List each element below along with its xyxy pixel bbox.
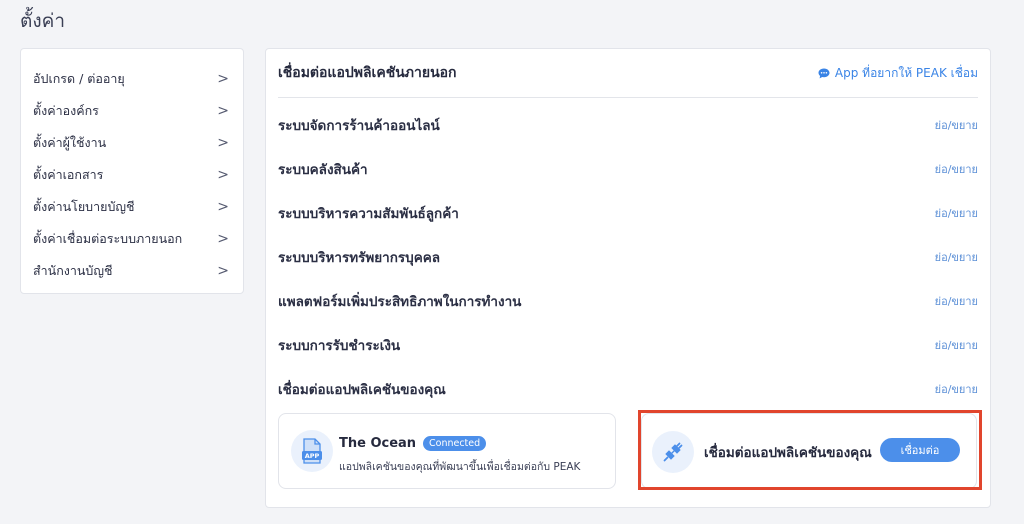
panel-title: เชื่อมต่อแอปพลิเคชันภายนอก	[278, 65, 457, 81]
category-label: ระบบบริหารทรัพยากรบุคคล	[278, 250, 441, 266]
collapse-expand-toggle[interactable]: ย่อ/ขยาย	[935, 204, 978, 222]
status-badge: Connected	[423, 436, 487, 451]
chevron-right-icon: >	[217, 199, 229, 215]
sidebar-item-external-integration[interactable]: ตั้งค่าเชื่อมต่อระบบภายนอก >	[21, 223, 243, 255]
sidebar-item-label: ตั้งค่าองค์กร	[33, 103, 99, 118]
chevron-right-icon: >	[217, 263, 229, 279]
category-payment: ระบบการรับชำระเงิน ย่อ/ขยาย	[278, 331, 978, 359]
app-card-title: The Ocean	[339, 436, 417, 451]
app-card-description: แอปพลิเคชันของคุณที่พัฒนาขึ้นเพื่อเชื่อม…	[339, 461, 581, 473]
sidebar-item-documents[interactable]: ตั้งค่าเอกสาร >	[21, 159, 243, 191]
app-document-icon: APP	[302, 438, 322, 464]
chevron-right-icon: >	[217, 167, 229, 183]
sidebar-item-label: สำนักงานบัญชี	[33, 263, 113, 278]
sidebar-item-label: ตั้งค่าผู้ใช้งาน	[33, 135, 107, 150]
app-request-link[interactable]: App ที่อยากให้ PEAK เชื่อม	[818, 64, 978, 83]
sidebar-item-accounting-office[interactable]: สำนักงานบัญชี >	[21, 255, 243, 287]
sidebar-item-accounting-policy[interactable]: ตั้งค่านโยบายบัญชี >	[21, 191, 243, 223]
settings-sidebar: อัปเกรด / ต่ออายุ > ตั้งค่าองค์กร > ตั้ง…	[20, 48, 244, 294]
category-crm: ระบบบริหารความสัมพันธ์ลูกค้า ย่อ/ขยาย	[278, 199, 978, 227]
category-your-apps: เชื่อมต่อแอปพลิเคชันของคุณ ย่อ/ขยาย	[278, 375, 978, 403]
sidebar-item-label: อัปเกรด / ต่ออายุ	[33, 71, 125, 86]
sidebar-item-label: ตั้งค่าเชื่อมต่อระบบภายนอก	[33, 231, 183, 246]
sidebar-item-label: ตั้งค่าเอกสาร	[33, 167, 104, 182]
chevron-right-icon: >	[217, 135, 229, 151]
sidebar-item-label: ตั้งค่านโยบายบัญชี	[33, 199, 135, 214]
category-label: ระบบบริหารความสัมพันธ์ลูกค้า	[278, 206, 459, 222]
collapse-expand-toggle[interactable]: ย่อ/ขยาย	[935, 160, 978, 178]
category-label: ระบบจัดการร้านค้าออนไลน์	[278, 118, 440, 134]
integrations-panel: เชื่อมต่อแอปพลิเคชันภายนอก App ที่อยากให…	[265, 48, 991, 508]
collapse-expand-toggle[interactable]: ย่อ/ขยาย	[935, 336, 978, 354]
app-request-link-label: App ที่อยากให้ PEAK เชื่อม	[834, 65, 978, 80]
connect-your-app-card: เชื่อมต่อแอปพลิเคชันของคุณ เชื่อมต่อ	[641, 413, 977, 489]
plug-icon	[663, 442, 683, 462]
collapse-expand-toggle[interactable]: ย่อ/ขยาย	[935, 116, 978, 134]
connect-card-title: เชื่อมต่อแอปพลิเคชันของคุณ	[704, 445, 872, 461]
sidebar-item-upgrade[interactable]: อัปเกรด / ต่ออายุ >	[21, 63, 243, 95]
category-label: เชื่อมต่อแอปพลิเคชันของคุณ	[278, 382, 446, 398]
category-productivity: แพลตฟอร์มเพิ่มประสิทธิภาพในการทำงาน ย่อ/…	[278, 287, 978, 315]
page-title: ตั้งค่า	[20, 10, 65, 32]
panel-header: เชื่อมต่อแอปพลิเคชันภายนอก App ที่อยากให…	[278, 49, 978, 98]
connect-button[interactable]: เชื่อมต่อ	[880, 438, 960, 462]
category-hr: ระบบบริหารทรัพยากรบุคคล ย่อ/ขยาย	[278, 243, 978, 271]
collapse-expand-toggle[interactable]: ย่อ/ขยาย	[935, 292, 978, 310]
sidebar-item-organization[interactable]: ตั้งค่าองค์กร >	[21, 95, 243, 127]
app-icon-text: APP	[305, 452, 320, 460]
category-label: ระบบการรับชำระเงิน	[278, 338, 401, 354]
category-label: แพลตฟอร์มเพิ่มประสิทธิภาพในการทำงาน	[278, 294, 522, 310]
chevron-right-icon: >	[217, 71, 229, 87]
chevron-right-icon: >	[217, 231, 229, 247]
category-warehouse: ระบบคลังสินค้า ย่อ/ขยาย	[278, 155, 978, 183]
chat-bubble-icon	[818, 68, 830, 78]
app-card-the-ocean[interactable]: APP The Ocean Connected แอปพลิเคชันของคุ…	[278, 413, 616, 489]
category-online-store: ระบบจัดการร้านค้าออนไลน์ ย่อ/ขยาย	[278, 111, 978, 139]
collapse-expand-toggle[interactable]: ย่อ/ขยาย	[935, 380, 978, 398]
chevron-right-icon: >	[217, 103, 229, 119]
app-icon-circle: APP	[291, 430, 333, 472]
collapse-expand-toggle[interactable]: ย่อ/ขยาย	[935, 248, 978, 266]
category-label: ระบบคลังสินค้า	[278, 162, 368, 178]
sidebar-item-users[interactable]: ตั้งค่าผู้ใช้งาน >	[21, 127, 243, 159]
connect-icon-circle	[652, 431, 694, 473]
